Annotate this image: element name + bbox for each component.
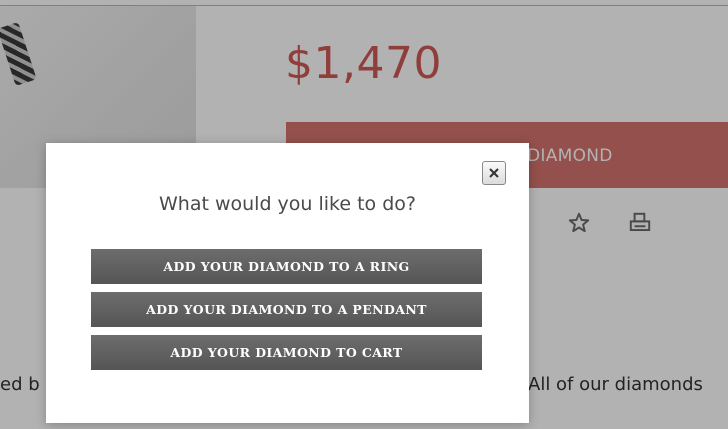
add-to-ring-button[interactable]: ADD YOUR DIAMOND TO A RING [91,249,482,284]
add-to-cart-button[interactable]: ADD YOUR DIAMOND TO CART [91,335,482,370]
options-dialog: What would you like to do? ADD YOUR DIAM… [46,143,529,423]
add-to-pendant-button[interactable]: ADD YOUR DIAMOND TO A PENDANT [91,292,482,327]
dialog-title: What would you like to do? [159,193,416,215]
close-icon [489,168,499,178]
close-button[interactable] [482,161,506,185]
